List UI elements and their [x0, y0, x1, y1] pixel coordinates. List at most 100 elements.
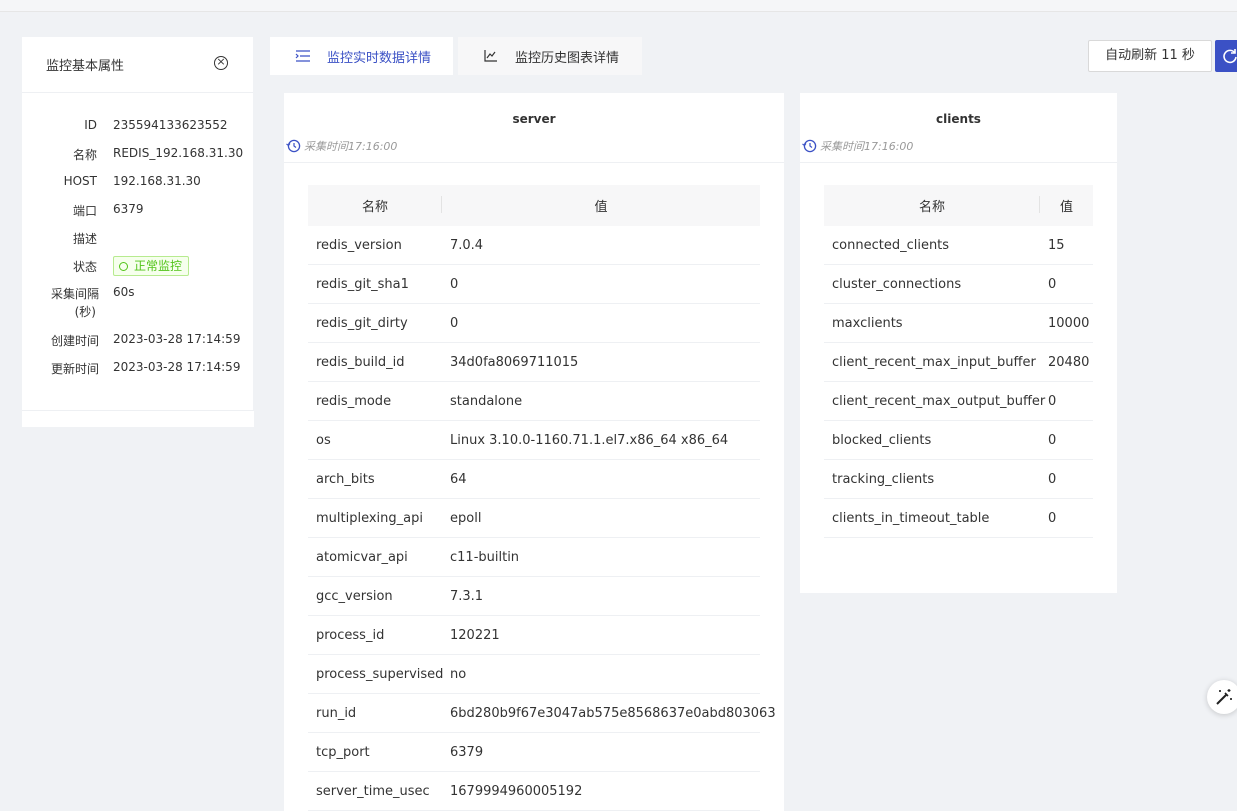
table-row: redis_build_id 34d0fa8069711015	[308, 342, 760, 382]
table-row: client_recent_max_input_buffer 20480	[824, 342, 1093, 382]
cell-name: run_id	[308, 693, 442, 733]
auto-refresh-button[interactable]: 自动刷新 11 秒	[1088, 40, 1212, 72]
clock-icon	[286, 139, 301, 153]
table-row: run_id 6bd280b9f67e3047ab575e8568637e0abd…	[308, 693, 776, 733]
cell-value: 6379	[442, 732, 760, 772]
prop-label: 采集间隔	[50, 287, 99, 301]
table-row: redis_git_sha1 0	[308, 264, 760, 304]
cell-name: redis_git_sha1	[308, 264, 442, 304]
cell-name: clients_in_timeout_table	[824, 498, 1040, 538]
cell-name: process_id	[308, 615, 442, 655]
prop-value: 6379	[113, 202, 144, 216]
prop-label: 端口	[72, 204, 97, 218]
prop-label: 更新时间	[50, 362, 99, 376]
cell-value: 120221	[442, 615, 760, 655]
prop-value: 2023-03-28 17:14:59	[113, 360, 241, 374]
collect-time: 采集时间17:16:00	[802, 138, 913, 154]
status-text: 正常监控	[134, 259, 183, 273]
prop-value: 192.168.31.30	[113, 174, 201, 188]
cell-name: tracking_clients	[824, 459, 1040, 499]
clients-table: 名称 值 connected_clients 15 cluster_connecti…	[824, 185, 1093, 538]
prop-label: HOST	[63, 174, 97, 188]
cell-name: tcp_port	[308, 732, 442, 772]
divider	[284, 162, 784, 163]
tab-realtime[interactable]: 监控实时数据详情	[270, 37, 453, 75]
prop-value: 235594133623552	[113, 118, 228, 132]
table-row: blocked_clients 0	[824, 420, 1093, 460]
cell-value: 0	[1040, 381, 1093, 421]
cell-value: 0	[442, 303, 760, 343]
prop-label: 创建时间	[50, 334, 99, 348]
table-row: process_supervised no	[308, 654, 760, 694]
cell-name: process_supervised	[308, 654, 443, 694]
clock-icon	[802, 139, 817, 153]
cell-value: 0	[1040, 264, 1093, 304]
table-header: 名称 值	[824, 185, 1093, 226]
cell-value: 0	[1040, 459, 1093, 499]
close-icon[interactable]: ×	[214, 56, 228, 70]
prop-label: 状态	[72, 260, 97, 274]
prop-label: 名称	[72, 148, 97, 162]
status-badge: 正常监控	[113, 256, 190, 276]
table-row: connected_clients 15	[824, 226, 1093, 265]
table-row: clients_in_timeout_table 0	[824, 498, 1093, 538]
column-header-name: 名称	[824, 185, 1040, 226]
cell-value: 6bd280b9f67e3047ab575e8568637e0abd803063	[442, 693, 776, 733]
table-row: redis_git_dirty 0	[308, 303, 760, 343]
refresh-button[interactable]	[1215, 40, 1237, 72]
column-header-value: 值	[442, 185, 760, 226]
panel-footer	[22, 410, 254, 427]
cell-value: 34d0fa8069711015	[442, 342, 760, 382]
table-row: client_recent_max_output_buffer 0	[824, 381, 1093, 421]
tab-label: 监控实时数据详情	[327, 50, 432, 66]
monitor-properties-panel: 监控基本属性 × ID 235594133623552 名称 REDIS_192…	[22, 37, 253, 410]
cell-name: redis_git_dirty	[308, 303, 442, 343]
cell-value: 20480	[1040, 342, 1093, 382]
prop-label-unit: (秒)	[74, 305, 96, 319]
status-tag: 正常监控	[113, 256, 190, 276]
cell-name: blocked_clients	[824, 420, 1040, 460]
cell-name: redis_build_id	[308, 342, 442, 382]
refresh-icon	[1223, 49, 1237, 64]
tab-history[interactable]: 监控历史图表详情	[458, 37, 642, 75]
cell-value: 1679994960005192	[442, 771, 760, 811]
column-header-value: 值	[1040, 185, 1093, 226]
top-strip	[0, 0, 1237, 12]
server-table: 名称 值 redis_version 7.0.4 redis_git_sha1 0 re…	[308, 185, 776, 811]
table-row: server_time_usec 1679994960005192	[308, 771, 760, 811]
collect-time: 采集时间17:16:00	[286, 138, 397, 154]
magic-wand-icon	[1216, 689, 1232, 705]
table-row: arch_bits 64	[308, 459, 760, 499]
list-icon	[295, 50, 310, 62]
prop-value: REDIS_192.168.31.30	[113, 146, 244, 160]
prop-value: 60s	[113, 285, 135, 299]
cell-value: c11-builtin	[442, 537, 760, 577]
cell-name: atomicvar_api	[308, 537, 442, 577]
cell-name: arch_bits	[308, 459, 442, 499]
cell-name: cluster_connections	[824, 264, 1040, 304]
table-row: multiplexing_api epoll	[308, 498, 760, 538]
table-row: process_id 120221	[308, 615, 760, 655]
cell-value: 7.3.1	[442, 576, 760, 616]
prop-value: 2023-03-28 17:14:59	[113, 332, 241, 346]
cell-name: connected_clients	[824, 226, 1040, 265]
cell-name: gcc_version	[308, 576, 442, 616]
column-header-name: 名称	[308, 185, 442, 226]
cell-name: server_time_usec	[308, 771, 442, 811]
cell-value: standalone	[442, 381, 760, 421]
panel-header: 监控基本属性 ×	[22, 37, 253, 93]
cell-name: redis_version	[308, 226, 442, 265]
line-chart-icon	[484, 50, 497, 62]
cell-value: 64	[442, 459, 760, 499]
cell-value: Linux 3.10.0-1160.71.1.el7.x86_64 x86_64	[442, 420, 760, 460]
table-row: os Linux 3.10.0-1160.71.1.el7.x86_64 x86_…	[308, 420, 760, 460]
prop-label: ID	[84, 118, 97, 132]
cell-value: 0	[1040, 420, 1093, 460]
cell-value: 15	[1040, 226, 1093, 265]
cell-name: multiplexing_api	[308, 498, 442, 538]
magic-tools-button[interactable]	[1207, 680, 1237, 714]
cell-name: client_recent_max_input_buffer	[824, 342, 1040, 382]
table-row: redis_version 7.0.4	[308, 226, 760, 265]
cell-name: os	[308, 420, 442, 460]
cell-value: 0	[442, 264, 760, 304]
